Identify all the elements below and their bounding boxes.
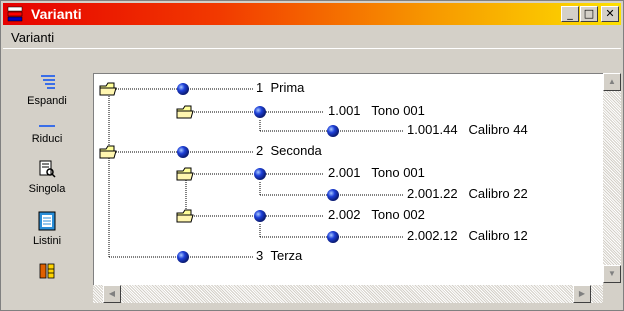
close-button[interactable]: ✕: [601, 6, 619, 22]
tree-node-2-002-12[interactable]: 2.002.12 Calibro 12: [407, 228, 528, 243]
tree-node-1[interactable]: 1 Prima: [256, 80, 304, 95]
sidebar-toolbar: Espandi Riduci Singola Listini: [7, 71, 87, 307]
columns-icon: [39, 263, 55, 279]
menu-item-varianti[interactable]: Varianti: [11, 30, 54, 45]
tree-node-3[interactable]: 3 Terza: [256, 248, 302, 263]
scrollbar-corner: [603, 285, 621, 303]
single-button[interactable]: Singola: [7, 157, 87, 203]
expand-button[interactable]: Espandi: [7, 71, 87, 117]
pricelist-button[interactable]: Listini: [7, 209, 87, 255]
expand-icon: [41, 75, 55, 89]
collapse-label: Riduci: [31, 133, 63, 145]
columns-button[interactable]: [7, 259, 87, 305]
title-bar[interactable]: Varianti _ □ ✕: [3, 3, 621, 25]
variants-tree[interactable]: 1 Prima 1.001 Tono 001 1.001.44 Calibro …: [93, 73, 603, 301]
maximize-button[interactable]: □: [580, 6, 598, 22]
scroll-down-button[interactable]: ▼: [603, 265, 621, 283]
vertical-scrollbar[interactable]: ▲ ▼: [603, 73, 621, 283]
window-title: Varianti: [31, 6, 82, 22]
tree-node-2-001[interactable]: 2.001 Tono 001: [328, 165, 425, 180]
tree-node-1-001[interactable]: 1.001 Tono 001: [328, 103, 425, 118]
tree-node-2[interactable]: 2 Seconda: [256, 143, 322, 158]
app-icon: [7, 6, 23, 22]
tree-node-2-002[interactable]: 2.002 Tono 002: [328, 207, 425, 222]
scroll-right-button[interactable]: ▶: [573, 285, 591, 303]
ball-icons: [177, 83, 339, 263]
pricelist-label: Listini: [32, 235, 62, 247]
single-icon: [39, 160, 56, 178]
single-label: Singola: [28, 183, 66, 195]
tree-node-2-001-22[interactable]: 2.001.22 Calibro 22: [407, 186, 528, 201]
scroll-up-button[interactable]: ▲: [603, 73, 621, 91]
pricelist-icon: [38, 211, 56, 231]
tree-node-1-001-44[interactable]: 1.001.44 Calibro 44: [407, 122, 528, 137]
expand-label: Espandi: [27, 95, 67, 107]
minimize-button[interactable]: _: [561, 6, 579, 22]
scroll-left-button[interactable]: ◀: [103, 285, 121, 303]
menu-bar: Varianti: [3, 27, 621, 49]
varianti-window: Varianti _ □ ✕ Varianti Espandi Riduci S…: [0, 0, 624, 311]
horizontal-scrollbar[interactable]: ◀ ▶: [93, 285, 603, 303]
